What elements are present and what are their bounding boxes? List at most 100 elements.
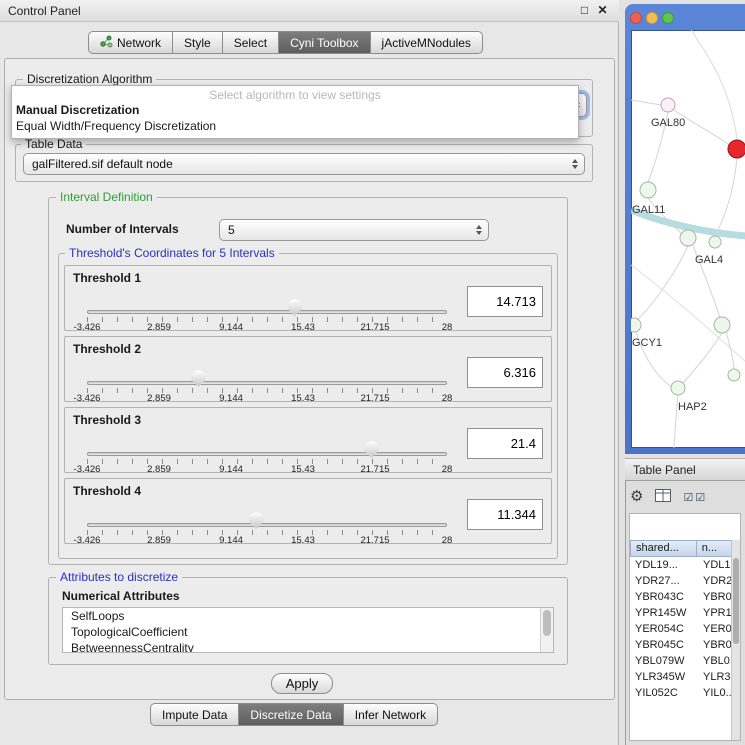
table-row[interactable]: YIL052CYIL0... (630, 685, 740, 701)
network-node[interactable] (728, 369, 740, 381)
table-row[interactable]: YDL19...YDL1... (630, 557, 740, 573)
slider-track[interactable] (87, 452, 447, 456)
table-row[interactable]: YBL079WYBL0... (630, 653, 740, 669)
table-cell[interactable]: YBR045C (630, 637, 698, 653)
threshold-label: Threshold 1 (73, 271, 141, 285)
table-cell[interactable]: YBR0... (698, 637, 733, 653)
list-item[interactable]: SelfLoops (63, 608, 553, 624)
scale-label: 9.144 (219, 535, 243, 546)
table-cell[interactable]: YER0... (698, 621, 733, 637)
threshold-value-field[interactable] (467, 357, 543, 388)
network-node[interactable] (631, 318, 641, 332)
table-row[interactable]: YER054CYER0... (630, 621, 740, 637)
popup-option-equal-width-frequency[interactable]: Equal Width/Frequency Discretization (12, 118, 578, 134)
scrollbar-thumb[interactable] (733, 558, 739, 644)
zoom-traffic-light[interactable] (662, 12, 674, 24)
close-traffic-light[interactable] (630, 12, 642, 24)
threshold-label: Threshold 3 (73, 413, 141, 427)
tab-style[interactable]: Style (173, 31, 223, 54)
bottom-tab-bar: Impute Data Discretize Data Infer Networ… (150, 703, 438, 726)
table-cell[interactable]: YIL0... (698, 685, 733, 701)
number-of-intervals-combobox[interactable]: 5 (219, 219, 489, 241)
network-node[interactable] (640, 182, 656, 198)
network-node[interactable] (714, 317, 730, 333)
node-label: GAL4 (695, 254, 723, 266)
table-header-row: shared... n... (630, 540, 740, 557)
table-cell[interactable]: YBR043C (630, 589, 698, 605)
table-row[interactable]: YBR043CYBR0... (630, 589, 740, 605)
threshold-slider[interactable]: -3.4262.8599.14415.4321.71528 (87, 369, 447, 403)
close-button[interactable]: ✕ (595, 3, 610, 18)
network-node[interactable] (680, 230, 696, 246)
slider-track[interactable] (87, 310, 447, 314)
threshold-value-field[interactable] (467, 499, 543, 530)
table-row[interactable]: YBR045CYBR0... (630, 637, 740, 653)
tab-impute-data[interactable]: Impute Data (150, 703, 239, 726)
column-header[interactable]: shared... (630, 540, 697, 557)
selected-network-node[interactable] (728, 140, 745, 158)
tab-jactivemnodules[interactable]: jActiveMNodules (371, 31, 483, 54)
table-cell[interactable]: YLR3... (698, 669, 733, 685)
thresholds-group-title: Threshold's Coordinates for 5 Intervals (65, 246, 279, 260)
threshold-slider[interactable]: -3.4262.8599.14415.4321.71528 (87, 511, 447, 545)
network-node[interactable] (661, 98, 675, 112)
list-item[interactable]: TopologicalCoefficient (63, 624, 553, 640)
table-data-combobox[interactable]: galFiltered.sif default node (23, 153, 585, 175)
table-cell[interactable]: YLR345W (630, 669, 698, 685)
table-cell[interactable]: YBR0... (698, 589, 733, 605)
table-cell[interactable]: YDR27... (630, 573, 698, 589)
tab-network[interactable]: Network (88, 31, 173, 54)
gear-icon[interactable]: ⚙ (630, 487, 643, 507)
node-label: GAL80 (651, 117, 685, 129)
scale-label: 21.715 (360, 322, 389, 333)
tab-cyni-toolbox[interactable]: Cyni Toolbox (279, 31, 370, 54)
tab-label: Network (117, 36, 161, 50)
tab-discretize-data[interactable]: Discretize Data (239, 703, 343, 726)
table-cell[interactable]: YDR2... (698, 573, 733, 589)
scale-label: 9.144 (219, 464, 243, 475)
table-cell[interactable]: YBL079W (630, 653, 698, 669)
network-canvas[interactable]: GAL80 GAL11 GAL4 GCY1 HAP2 (631, 30, 745, 448)
control-panel: Control Panel □ ✕ Network Style Select C… (0, 0, 619, 745)
apply-button[interactable]: Apply (271, 673, 333, 694)
interval-definition-group-title: Interval Definition (56, 190, 157, 204)
slider-track[interactable] (87, 381, 447, 385)
slider-track[interactable] (87, 523, 447, 527)
tab-label: Cyni Toolbox (290, 36, 358, 50)
discretization-algorithm-group-title: Discretization Algorithm (23, 72, 156, 86)
table-cell[interactable]: YDL19... (630, 557, 698, 573)
threshold-value-field[interactable] (467, 286, 543, 317)
table-cell[interactable]: YDL1... (698, 557, 733, 573)
cyni-toolbox-panel: Discretization Algorithm Select algorith… (4, 58, 615, 700)
network-node[interactable] (709, 236, 721, 248)
scale-label: -3.426 (74, 393, 101, 404)
tab-label: Impute Data (162, 708, 227, 722)
float-window-button[interactable]: □ (577, 3, 592, 18)
table-columns-icon[interactable] (655, 489, 671, 505)
scrollbar-thumb[interactable] (543, 610, 551, 636)
node-label: HAP2 (678, 401, 707, 413)
select-columns-icon[interactable]: ☑☑ (683, 491, 707, 504)
table-cell[interactable]: YER054C (630, 621, 698, 637)
tab-infer-network[interactable]: Infer Network (344, 703, 438, 726)
table-cell[interactable]: YPR1... (698, 605, 733, 621)
table-cell[interactable]: YBL0... (698, 653, 733, 669)
threshold-value-field[interactable] (467, 428, 543, 459)
table-cell[interactable]: YPR145W (630, 605, 698, 621)
table-row[interactable]: YLR345WYLR3... (630, 669, 740, 685)
popup-option-manual-discretization[interactable]: Manual Discretization (12, 102, 578, 118)
tab-select[interactable]: Select (223, 31, 279, 54)
scale-label: 15.43 (291, 535, 315, 546)
list-scrollbar[interactable] (540, 608, 553, 652)
table-cell[interactable]: YIL052C (630, 685, 698, 701)
network-node[interactable] (671, 381, 685, 395)
list-item[interactable]: BetweennessCentrality (63, 640, 553, 653)
table-row[interactable]: YPR145WYPR1... (630, 605, 740, 621)
scale-label: -3.426 (74, 464, 101, 475)
table-row[interactable]: YDR27...YDR2... (630, 573, 740, 589)
threshold-slider[interactable]: -3.4262.8599.14415.4321.71528 (87, 298, 447, 332)
threshold-slider[interactable]: -3.4262.8599.14415.4321.71528 (87, 440, 447, 474)
slider-scale-labels: -3.4262.8599.14415.4321.71528 (87, 464, 447, 474)
minimize-traffic-light[interactable] (646, 12, 658, 24)
table-scrollbar[interactable] (731, 540, 740, 740)
